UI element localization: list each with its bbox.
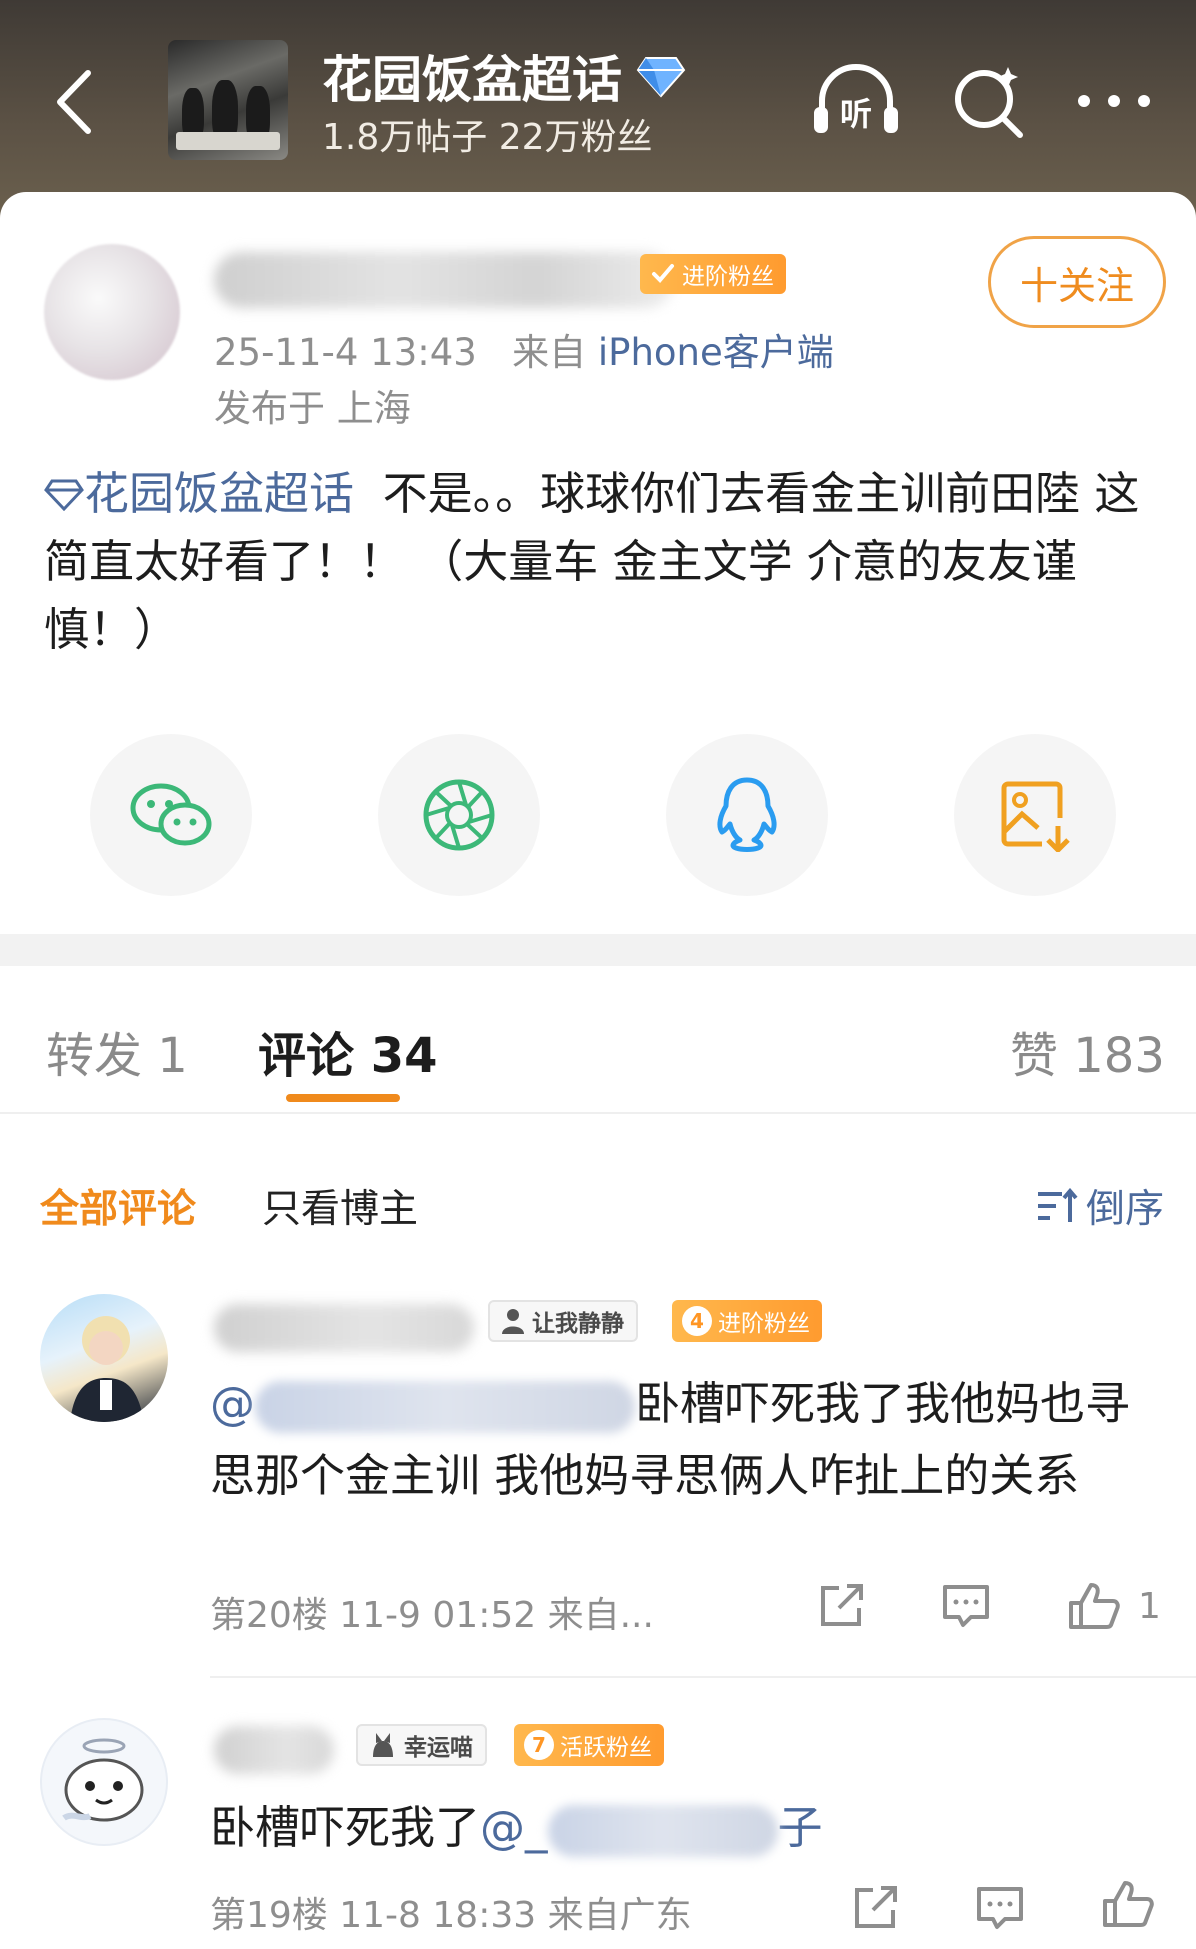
like-icon	[1103, 1881, 1154, 1927]
comment-like-button[interactable]	[1054, 1576, 1134, 1636]
topic-title-row[interactable]: 花园饭盆超话	[322, 40, 686, 112]
listen-label: 听	[840, 95, 872, 133]
post-location: 发布于 上海	[214, 387, 411, 430]
more-button[interactable]	[1066, 58, 1162, 144]
post-topic-link[interactable]: 花园饭盆超话	[44, 467, 354, 520]
sort-icon	[1038, 1188, 1078, 1222]
cat-icon	[373, 1733, 393, 1757]
comment-item: 让我静静 4 进阶粉丝 @ 卧槽吓死我了我他妈也寻思那个金主训 我他妈寻思俩人咋扯…	[0, 1290, 1196, 1680]
comment-mention[interactable]: @	[210, 1377, 635, 1433]
sort-button[interactable]: 倒序	[1036, 1178, 1164, 1234]
fan-level: 7	[524, 1730, 554, 1760]
active-tab-indicator	[286, 1094, 400, 1102]
comment-fan-badge: 4 进阶粉丝	[672, 1300, 822, 1342]
comment-fan-badge-label: 活跃粉丝	[560, 1735, 652, 1761]
person-icon	[502, 1309, 524, 1334]
reply-icon	[943, 1585, 989, 1627]
back-button[interactable]	[44, 62, 104, 142]
comment-fan-badge: 7 活跃粉丝	[514, 1724, 664, 1766]
comment-custom-badge: 让我静静	[488, 1300, 638, 1342]
share-row	[0, 734, 1196, 896]
follow-button[interactable]: 十关注	[988, 236, 1166, 328]
comment-item: 幸运喵 7 活跃粉丝 卧槽吓死我了@_ 子 第19楼 11-8 18:33 来自广…	[0, 1714, 1196, 1949]
post-source[interactable]: iPhone客户端	[598, 331, 834, 374]
tab-comments[interactable]: 评论 34	[258, 1016, 438, 1086]
filter-author-only[interactable]: 只看博主	[262, 1178, 418, 1234]
post-meta: 25-11-4 13:43 来自 iPhone客户端	[214, 322, 834, 376]
fan-badge-label: 进阶粉丝	[682, 264, 774, 290]
comment-like-count: 1	[1138, 1586, 1161, 1627]
moments-icon	[423, 779, 495, 851]
mention-redacted	[547, 1805, 778, 1857]
more-icon	[1078, 95, 1150, 107]
listen-icon: 听	[814, 64, 898, 133]
author-avatar[interactable]	[44, 244, 180, 380]
wechat-icon	[130, 783, 212, 846]
share-icon	[821, 1584, 863, 1626]
author-name-redacted[interactable]	[214, 252, 674, 308]
tab-repost[interactable]: 转发 1	[46, 1016, 188, 1086]
search-button[interactable]	[942, 58, 1038, 144]
comment-share-button[interactable]	[836, 1878, 916, 1938]
comment-avatar[interactable]	[40, 1294, 168, 1422]
comment-author-redacted[interactable]	[214, 1304, 474, 1352]
section-separator	[0, 934, 1196, 966]
comment-body: 卧槽吓死我了	[210, 1801, 481, 1854]
comment-divider	[210, 1676, 1196, 1678]
share-qq-button[interactable]	[666, 734, 828, 896]
follow-label: 十关注	[1019, 263, 1134, 308]
post-card: 进阶粉丝 十关注 25-11-4 13:43 来自 iPhone客户端 发布于 …	[0, 192, 1196, 934]
comment-meta: 第19楼 11-8 18:33 来自广东	[210, 1895, 692, 1936]
badge-star-icon	[652, 264, 674, 283]
post-body: 花园饭盆超话 不是。。球球你们去看金主训前田陸 这简直太好看了！！ （大量车 金…	[44, 460, 1154, 664]
share-wechat-button[interactable]	[90, 734, 252, 896]
comment-mention-prefix: @_	[480, 1801, 548, 1854]
sort-label: 倒序	[1086, 1187, 1165, 1232]
share-moments-button[interactable]	[378, 734, 540, 896]
share-icon	[855, 1886, 897, 1928]
comment-text[interactable]: 卧槽吓死我了@_ 子	[210, 1792, 1150, 1864]
tab-likes[interactable]: 赞 183	[1010, 1016, 1165, 1086]
like-icon	[1069, 1583, 1120, 1629]
listen-button[interactable]: 听	[808, 58, 904, 144]
topic-stats: 1.8万帖子 22万粉丝	[322, 117, 653, 158]
comment-custom-badge: 幸运喵	[356, 1724, 487, 1766]
reply-icon	[977, 1887, 1023, 1929]
comment-custom-badge-label: 幸运喵	[404, 1735, 473, 1761]
comment-meta: 第20楼 11-9 01:52 来自...	[210, 1595, 654, 1636]
comment-mention-prefix: @	[210, 1377, 255, 1430]
comment-reply-button[interactable]	[926, 1576, 1006, 1636]
comment-avatar[interactable]	[40, 1718, 168, 1846]
comment-fan-badge-label: 进阶粉丝	[718, 1311, 810, 1337]
comment-mention-suffix: 子	[777, 1801, 823, 1854]
back-icon	[57, 70, 91, 134]
post-timestamp: 25-11-4 13:43	[214, 331, 477, 374]
search-icon	[955, 67, 1023, 138]
qq-icon	[717, 777, 777, 852]
comment-reply-button[interactable]	[960, 1878, 1040, 1938]
comment-author-redacted[interactable]	[214, 1726, 334, 1774]
comment-like-button[interactable]	[1088, 1874, 1168, 1934]
post-topic-label: 花园饭盆超话	[84, 467, 355, 520]
topic-diamond-icon	[44, 479, 84, 512]
save-image-button[interactable]	[954, 734, 1116, 896]
filter-all-comments[interactable]: 全部评论	[40, 1178, 196, 1234]
topic-title: 花园饭盆超话	[322, 51, 622, 109]
comment-mention[interactable]: @_ 子	[480, 1801, 823, 1857]
comment-custom-badge-label: 让我静静	[532, 1311, 624, 1337]
comment-text[interactable]: @ 卧槽吓死我了我他妈也寻思那个金主训 我他妈寻思俩人咋扯上的关系	[210, 1368, 1150, 1512]
save-image-icon	[1001, 781, 1070, 852]
super-topic-diamond-icon	[636, 57, 686, 98]
topic-cover-image[interactable]	[168, 40, 288, 160]
post-tabs: 转发 1 评论 34 赞 183	[0, 966, 1196, 1114]
fan-badge: 进阶粉丝	[640, 254, 786, 294]
comment-share-button[interactable]	[802, 1576, 882, 1636]
source-prefix: 来自	[512, 331, 587, 374]
fan-level: 4	[682, 1306, 712, 1336]
mention-redacted	[255, 1381, 635, 1433]
